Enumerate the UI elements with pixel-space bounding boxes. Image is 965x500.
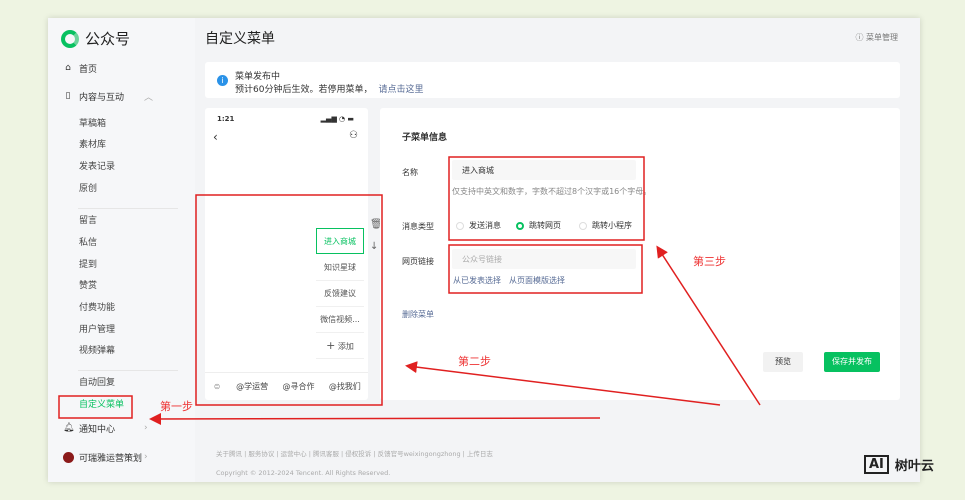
watermark: AI 树叶云 xyxy=(864,455,934,474)
step1-label: 第一步 xyxy=(160,400,193,413)
annotation-box-step1 xyxy=(58,395,133,419)
annotation-box-name-type xyxy=(448,156,645,241)
arrow-step1 xyxy=(149,412,601,425)
annotation-box-step2 xyxy=(195,194,383,406)
step3-label: 第三步 xyxy=(693,255,726,268)
watermark-name: 树叶云 xyxy=(894,459,934,474)
arrow-step2 xyxy=(405,361,721,406)
arrow-step3 xyxy=(656,245,761,406)
watermark-logo: AI xyxy=(864,455,889,474)
step2-label: 第二步 xyxy=(458,355,491,368)
annotation-overlay xyxy=(58,156,761,425)
annotation-box-url xyxy=(448,244,643,294)
